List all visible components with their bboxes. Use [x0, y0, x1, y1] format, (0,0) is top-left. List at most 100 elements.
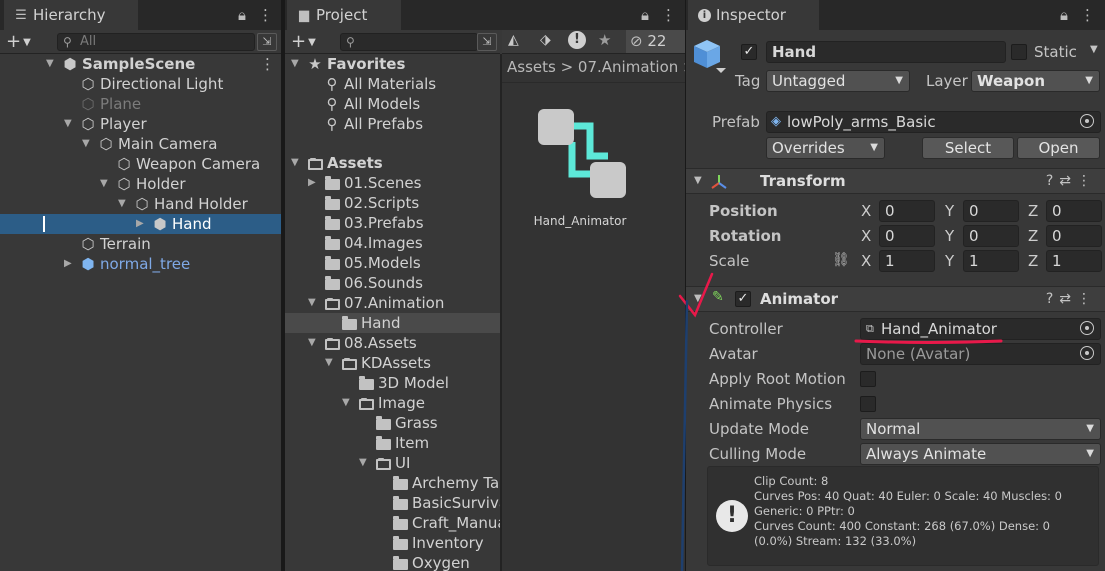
more-menu-icon[interactable]: ⋮ — [1080, 6, 1095, 24]
hierarchy-item-main-camera[interactable]: ▼ ⬡ Main Camera — [0, 134, 281, 154]
proj-item-07-animation[interactable]: ▼ 07.Animation — [285, 293, 500, 313]
proj-item-archemy-tal[interactable]: Archemy Tal — [285, 473, 503, 493]
transform-rotation-x-field[interactable]: 0 — [879, 225, 935, 247]
tab-project[interactable]: ▆ Project — [287, 0, 401, 30]
proj-item-02-scripts[interactable]: 02.Scripts — [285, 193, 500, 213]
animate-physics-checkbox[interactable] — [860, 396, 876, 412]
hierarchy-search-input[interactable]: ⚲ All — [57, 33, 255, 51]
proj-item-all-prefabs[interactable]: ⚲ All Prefabs — [285, 114, 500, 134]
axis-x-label[interactable]: X — [861, 200, 871, 222]
proj-item-favorites[interactable]: ▼ ★ Favorites — [285, 54, 500, 74]
proj-item-kdassets[interactable]: ▼ KDAssets — [285, 353, 500, 373]
collapse-arrow-icon[interactable]: ▶ — [64, 254, 72, 274]
open-button[interactable]: Open — [1017, 137, 1100, 159]
proj-item-06-sounds[interactable]: 06.Sounds — [285, 273, 500, 293]
filter-by-type-icon[interactable]: ◭ — [508, 32, 519, 48]
expand-arrow-icon[interactable]: ▼ — [46, 54, 54, 74]
proj-item-item[interactable]: Item — [285, 433, 500, 453]
proj-item-04-images[interactable]: 04.Images — [285, 233, 500, 253]
collapse-arrow-icon[interactable]: ▶ — [308, 173, 316, 193]
axis-x-label[interactable]: X — [861, 225, 871, 247]
expand-arrow-icon[interactable]: ▼ — [118, 194, 126, 214]
lock-icon[interactable]: 🔒︎ — [238, 6, 246, 24]
object-picker-icon[interactable] — [1080, 321, 1094, 335]
avatar-field[interactable]: None (Avatar) — [860, 343, 1101, 365]
transform-scale-x-field[interactable]: 1 — [879, 250, 935, 272]
proj-item-08-assets[interactable]: ▼ 08.Assets — [285, 333, 500, 353]
axis-y-label[interactable]: Y — [945, 225, 954, 247]
proj-item-03-prefabs[interactable]: 03.Prefabs — [285, 213, 500, 233]
culling-mode-dropdown[interactable]: Always Animate ▼ — [860, 443, 1101, 465]
constrain-scale-icon[interactable]: ⛓ — [832, 252, 850, 268]
prefab-field[interactable]: ◈ lowPoly_arms_Basic — [766, 111, 1101, 133]
proj-item-ui[interactable]: ▼ UI — [285, 453, 500, 473]
proj-item-grass[interactable]: Grass — [285, 413, 500, 433]
update-mode-dropdown[interactable]: Normal ▼ — [860, 418, 1101, 440]
hierarchy-item-holder[interactable]: ▼ ⬡ Holder — [0, 174, 281, 194]
animator-header[interactable]: ▼ ✎ ✓ Animator ?⇄⋮ — [686, 286, 1105, 312]
expand-arrow-icon[interactable]: ▼ — [359, 453, 367, 473]
hierarchy-item-directional-light[interactable]: ⬡ Directional Light — [0, 74, 281, 94]
project-create-button[interactable]: + ▼ — [291, 32, 329, 52]
overrides-dropdown[interactable]: Overrides ▼ — [766, 137, 885, 159]
expand-arrow-icon[interactable]: ▼ — [342, 393, 350, 413]
lock-icon[interactable]: 🔒︎ — [1060, 6, 1068, 24]
axis-z-label[interactable]: Z — [1028, 250, 1038, 272]
controller-field[interactable]: ⧉ Hand_Animator — [860, 318, 1101, 340]
static-checkbox[interactable] — [1011, 44, 1027, 60]
proj-item-craft-manua[interactable]: Craft_Manua — [285, 513, 507, 533]
transform-header[interactable]: ▼ Transform ?⇄⋮ — [686, 168, 1105, 194]
proj-item-05-models[interactable]: 05.Models — [285, 253, 500, 273]
object-name-field[interactable]: Hand — [766, 41, 1006, 63]
expand-arrow-icon[interactable]: ▼ — [325, 353, 333, 373]
axis-y-label[interactable]: Y — [945, 250, 954, 272]
hierarchy-item-plane[interactable]: ⬡ Plane — [0, 94, 281, 114]
scene-more-icon[interactable]: ⋮ — [260, 55, 275, 73]
hierarchy-item-normal-tree[interactable]: ▶ ⬢ normal_tree — [0, 254, 281, 274]
tab-hierarchy[interactable]: ☰ Hierarchy — [4, 0, 138, 30]
static-caret-icon[interactable]: ▼ — [1090, 44, 1098, 55]
animator-enabled-checkbox[interactable]: ✓ — [735, 291, 751, 307]
apply-root-motion-checkbox[interactable] — [860, 371, 876, 387]
axis-y-label[interactable]: Y — [945, 200, 954, 222]
proj-item-all-models[interactable]: ⚲ All Models — [285, 94, 500, 114]
hierarchy-item-hand-holder[interactable]: ▼ ⬡ Hand Holder — [0, 194, 281, 214]
create-button[interactable]: + ▼ — [6, 32, 44, 52]
proj-item-3d-model[interactable]: 3D Model — [285, 373, 500, 393]
hierarchy-item-terrain[interactable]: ⬡ Terrain — [0, 234, 281, 254]
transform-position-y-field[interactable]: 0 — [963, 200, 1019, 222]
component-controls[interactable]: ?⇄⋮ — [1046, 169, 1097, 193]
tab-inspector[interactable]: i Inspector — [688, 0, 819, 30]
transform-rotation-y-field[interactable]: 0 — [963, 225, 1019, 247]
axis-z-label[interactable]: Z — [1028, 200, 1038, 222]
transform-position-z-field[interactable]: 0 — [1046, 200, 1102, 222]
proj-item-hand[interactable]: Hand — [285, 313, 500, 333]
expand-arrow-icon[interactable]: ▼ — [291, 153, 299, 173]
transform-rotation-z-field[interactable]: 0 — [1046, 225, 1102, 247]
layer-dropdown[interactable]: Weapon ▼ — [971, 70, 1100, 92]
component-controls[interactable]: ?⇄⋮ — [1046, 287, 1097, 311]
object-picker-icon[interactable] — [1080, 114, 1094, 128]
search-options-icon[interactable]: ⇲ — [257, 33, 277, 51]
proj-item-oxygen[interactable]: Oxygen — [285, 553, 500, 571]
project-search-input[interactable]: ⚲ — [340, 33, 478, 51]
active-checkbox[interactable]: ✓ — [741, 44, 757, 60]
search-options-icon[interactable]: ⇲ — [477, 33, 497, 51]
expand-arrow-icon[interactable]: ▼ — [694, 169, 702, 193]
asset-hand-animator[interactable]: Hand_Animator — [530, 104, 640, 234]
hidden-packages-toggle[interactable]: ⊘ 22 — [626, 30, 685, 53]
axis-x-label[interactable]: X — [861, 250, 871, 272]
transform-scale-y-field[interactable]: 1 — [963, 250, 1019, 272]
proj-item-assets[interactable]: ▼ Assets — [285, 153, 500, 173]
expand-arrow-icon[interactable]: ▼ — [291, 54, 299, 74]
console-filter-icon[interactable]: ! — [568, 31, 586, 49]
hierarchy-item-samplescene[interactable]: ▼ ⬢ SampleScene — [0, 54, 281, 74]
collapse-arrow-icon[interactable]: ▶ — [136, 214, 144, 234]
favorites-star-icon[interactable]: ★ — [598, 31, 611, 49]
expand-arrow-icon[interactable]: ▼ — [64, 114, 72, 134]
more-menu-icon[interactable]: ⋮ — [661, 6, 676, 24]
hierarchy-item-player[interactable]: ▼ ⬡ Player — [0, 114, 281, 134]
expand-arrow-icon[interactable]: ▼ — [308, 333, 316, 353]
expand-arrow-icon[interactable]: ▼ — [694, 287, 702, 311]
hierarchy-item-hand[interactable]: ▶ ⬢ Hand — [0, 214, 281, 234]
